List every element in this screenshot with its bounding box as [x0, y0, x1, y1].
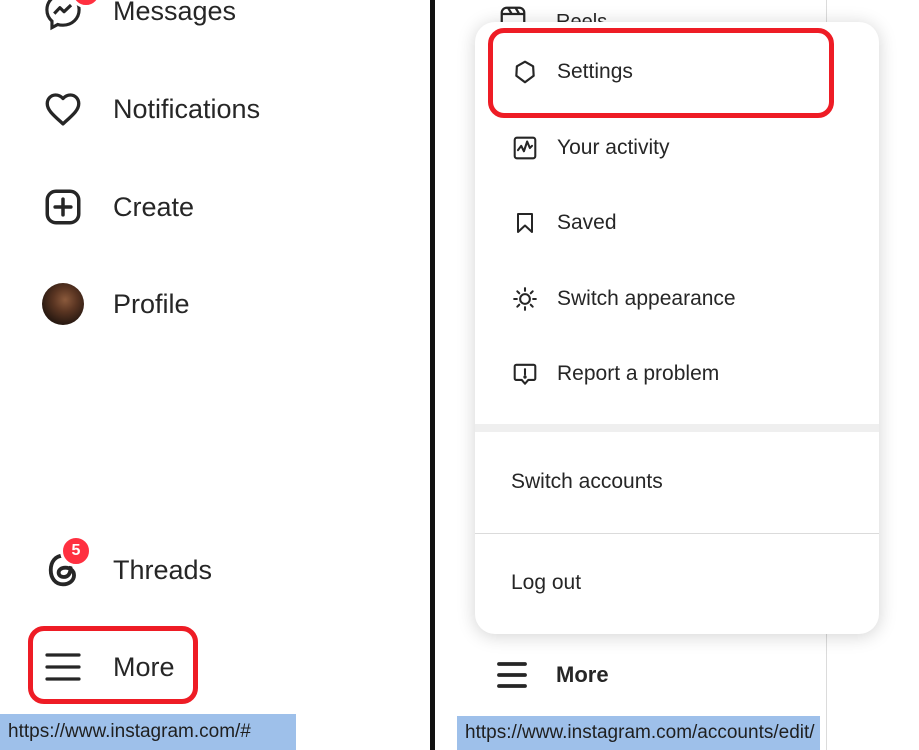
- menu-section-separator: [475, 424, 879, 432]
- report-problem-label: Report a problem: [557, 362, 720, 385]
- avatar: [42, 283, 84, 325]
- notifications-label: Notifications: [113, 93, 261, 124]
- profile-icon-wrap: [40, 281, 86, 327]
- switch-appearance-label: Switch appearance: [557, 287, 736, 310]
- log-out-item[interactable]: Log out: [511, 571, 581, 595]
- bookmark-icon: [511, 209, 539, 237]
- threads-badge: 5: [60, 535, 92, 567]
- sun-icon: [511, 285, 539, 313]
- hamburger-menu-icon: [497, 662, 527, 688]
- nav-item-threads[interactable]: 5 Threads: [40, 535, 213, 595]
- menu-item-your-activity[interactable]: Your activity: [511, 128, 669, 168]
- profile-label: Profile: [113, 288, 190, 319]
- link-preview-status-bar-right: https://www.instagram.com/accounts/edit/: [457, 716, 820, 750]
- status-url: https://www.instagram.com/#: [8, 721, 251, 742]
- threads-icon: 5: [40, 535, 92, 593]
- saved-label: Saved: [557, 211, 617, 234]
- create-label: Create: [113, 191, 195, 222]
- nav-item-profile[interactable]: Profile: [40, 279, 190, 329]
- nav-item-create[interactable]: Create: [40, 182, 194, 232]
- nav-item-more-active[interactable]: More: [496, 660, 609, 690]
- menu-item-report-problem[interactable]: Report a problem: [511, 354, 719, 394]
- activity-icon: [511, 134, 539, 162]
- menu-item-saved[interactable]: Saved: [511, 203, 617, 243]
- nav-item-messages[interactable]: Messages: [40, 0, 236, 36]
- nav-item-notifications[interactable]: Notifications: [40, 84, 260, 134]
- left-sidebar: Messages Notifications Create Profile 5 …: [0, 0, 430, 750]
- threads-label: Threads: [113, 554, 213, 585]
- your-activity-label: Your activity: [557, 136, 670, 159]
- link-preview-status-bar: https://www.instagram.com/#: [0, 714, 296, 750]
- menu-divider: [475, 533, 879, 534]
- more-active-label: More: [556, 662, 609, 687]
- messenger-icon: [40, 0, 102, 34]
- menu-item-switch-appearance[interactable]: Switch appearance: [511, 279, 736, 319]
- create-plus-icon: [40, 184, 86, 230]
- settings-highlight-box: [488, 28, 834, 118]
- messages-label: Messages: [113, 0, 237, 26]
- more-highlight-box: [28, 626, 198, 704]
- status-url-right: https://www.instagram.com/accounts/edit/: [465, 722, 815, 743]
- switch-accounts-item[interactable]: Switch accounts: [511, 470, 663, 494]
- heart-icon: [40, 86, 86, 132]
- report-icon: [511, 360, 539, 388]
